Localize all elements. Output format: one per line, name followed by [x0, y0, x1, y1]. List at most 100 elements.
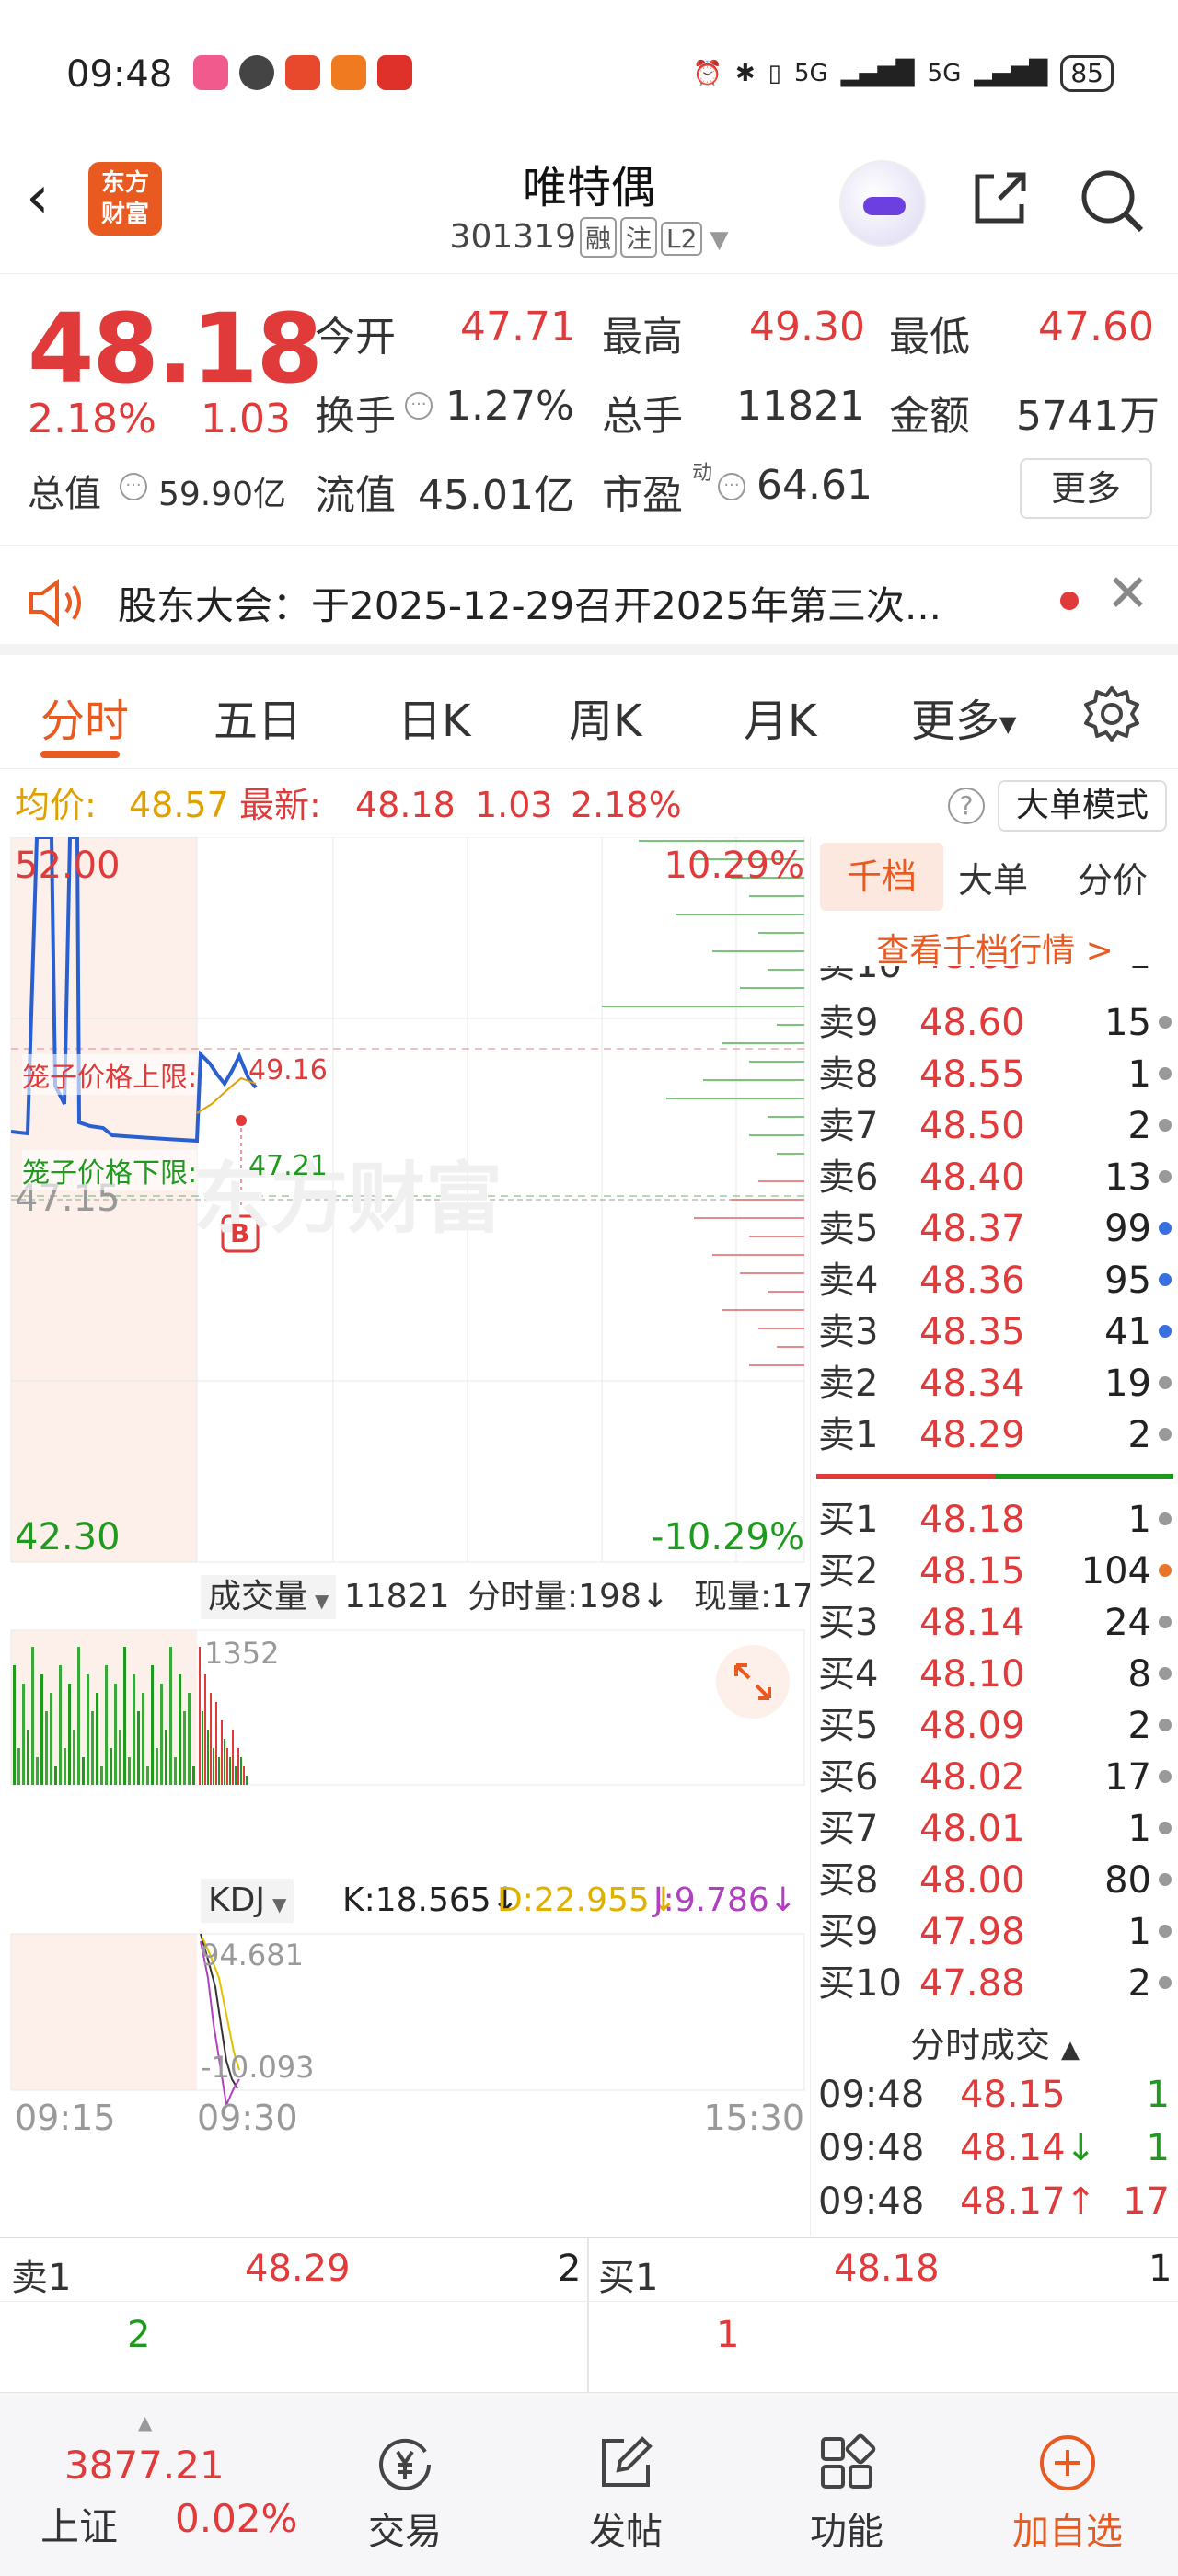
amount-value: 5741万 — [1016, 393, 1160, 440]
ask-row[interactable]: 卖4 48.36 95 — [811, 1255, 1178, 1306]
view-thousand-levels-link[interactable]: 查看千档行情 > — [811, 924, 1178, 972]
help-icon[interactable]: ? — [948, 788, 985, 824]
volume-bar — [22, 1684, 25, 1785]
order-size-dot — [1159, 1616, 1172, 1628]
bottom-bid-ask-bar: 卖1 48.29 2 2 买1 48.18 1 1 — [0, 2237, 1178, 2393]
search-icon[interactable] — [1075, 164, 1149, 237]
volume-indicator-select[interactable]: 成交量 ▼ — [201, 1575, 337, 1619]
nav-post[interactable]: 发帖 — [534, 2393, 718, 2576]
trade-volume: 1 — [1146, 2127, 1170, 2169]
tab-big-orders[interactable]: 大单 — [958, 852, 1028, 903]
volume-bar — [87, 1674, 89, 1785]
close-icon[interactable]: ✕ — [1106, 564, 1149, 624]
kdj-indicator-select[interactable]: KDJ ▼ — [201, 1879, 294, 1923]
index-name[interactable]: 上证 — [40, 2496, 118, 2552]
big-order-mode-button[interactable]: 大单模式 — [998, 780, 1167, 832]
order-size-dot — [1159, 1512, 1172, 1525]
index-change-pct[interactable]: 0.02% — [175, 2496, 297, 2541]
bid-row[interactable]: 买8 48.00 80 — [811, 1855, 1178, 1906]
nav-function[interactable]: 功能 — [755, 2393, 939, 2576]
ask-label: 卖9 — [818, 1002, 879, 1044]
volume-bar — [105, 1665, 108, 1785]
nav-add-watchlist[interactable]: 加自选 — [976, 2393, 1160, 2576]
intraday-chart[interactable]: 东方财富 52.00 10.29% 47.15 42.30 -10.29% 笼子… — [0, 835, 814, 2236]
volume-bar — [151, 1665, 154, 1785]
ask-row[interactable]: 卖2 48.34 19 — [811, 1358, 1178, 1409]
open-label: 今开 — [315, 314, 396, 361]
bid-row[interactable]: 买7 48.01 1 — [811, 1803, 1178, 1855]
chat-bubble-icon — [239, 55, 274, 90]
more-button[interactable]: 更多 — [1020, 458, 1152, 519]
status-right: ⏰ ✱ ▯ 5G ▂▄▆█ 5G ▂▄▆█ 85 — [693, 55, 1114, 92]
expand-icon-bg[interactable] — [716, 1645, 790, 1719]
notice-bar[interactable]: 股东大会：于2025-12-29召开2025年第三次... ✕ — [0, 545, 1178, 655]
settings-gear-icon[interactable] — [1082, 684, 1141, 743]
bid-row[interactable]: 买1 48.18 1 — [811, 1494, 1178, 1546]
ask-row[interactable]: 卖3 48.35 41 — [811, 1306, 1178, 1358]
tab-more-label: 更多 — [911, 696, 1000, 747]
volume-bar — [100, 1766, 103, 1785]
order-size-dot — [1159, 1119, 1172, 1132]
ask-volume: 95 — [1104, 1259, 1151, 1302]
bid-row[interactable]: 买5 48.09 2 — [811, 1700, 1178, 1752]
kdj-top: 94.681 — [201, 1938, 304, 1972]
ai-assistant-icon[interactable] — [839, 160, 926, 247]
tab-price-distribution[interactable]: 分价 — [1078, 852, 1148, 903]
bid-row[interactable]: 买10 47.88 2 — [811, 1958, 1178, 2009]
info-icon[interactable]: ··· — [405, 392, 433, 420]
volume-bar — [207, 1730, 209, 1785]
ask-row[interactable]: 卖7 48.50 2 — [811, 1100, 1178, 1152]
order-size-dot — [1159, 1273, 1172, 1286]
info-icon[interactable]: ··· — [718, 473, 745, 500]
ask-volume: 99 — [1104, 1208, 1151, 1250]
ask-price: 48.40 — [919, 1156, 1025, 1199]
ask-volume: 2 — [1127, 1414, 1151, 1456]
bid-row[interactable]: 买3 48.14 24 — [811, 1597, 1178, 1649]
tab-intraday[interactable]: 分时 — [40, 684, 129, 749]
order-size-dot — [1159, 1770, 1172, 1783]
bottom-bid-sub: 1 — [716, 2314, 740, 2356]
ask-row[interactable]: 卖1 48.29 2 — [811, 1409, 1178, 1461]
ask10-partial-row: 卖10 48.65 1 — [811, 966, 1178, 988]
bid-label: 买4 — [818, 1653, 879, 1696]
trade-time: 09:48 — [818, 2074, 925, 2116]
volume-bar — [59, 1665, 62, 1785]
tab-weekly-k[interactable]: 周K — [569, 684, 641, 749]
index-value[interactable]: 3877.21 — [64, 2443, 225, 2488]
bid-row[interactable]: 买9 47.98 1 — [811, 1906, 1178, 1958]
active-tab-indicator — [40, 751, 120, 758]
bid-row[interactable]: 买2 48.15 104 — [811, 1546, 1178, 1597]
divider — [587, 2238, 589, 2393]
kdj-k-value: K:18.565↓ — [342, 1881, 519, 1919]
tab-five-day[interactable]: 五日 — [214, 684, 302, 749]
bid-row[interactable]: 买4 48.10 8 — [811, 1649, 1178, 1700]
info-icon[interactable]: ··· — [120, 473, 147, 500]
bid-label: 买2 — [818, 1550, 879, 1593]
ask-row[interactable]: 卖5 48.37 99 — [811, 1203, 1178, 1255]
ask-row[interactable]: 卖8 48.55 1 — [811, 1049, 1178, 1100]
tab-more[interactable]: 更多▼ — [911, 684, 1016, 749]
bid-label: 买10 — [818, 1962, 902, 2005]
pe-label: 市盈 — [602, 472, 683, 519]
bid-price: 48.15 — [919, 1550, 1025, 1593]
bottom-ask-sub: 2 — [127, 2314, 151, 2356]
tab-thousand-levels[interactable]: 千档 — [820, 843, 943, 911]
tab-monthly-k[interactable]: 月K — [744, 684, 816, 749]
volume-bar — [40, 1674, 43, 1785]
bid-price: 48.10 — [919, 1653, 1025, 1696]
share-icon[interactable] — [966, 166, 1033, 232]
bid-row[interactable]: 买6 48.02 17 — [811, 1752, 1178, 1803]
ask-label: 卖2 — [818, 1363, 879, 1405]
volume-bar — [137, 1711, 140, 1785]
nav-trade[interactable]: 交易 — [313, 2393, 497, 2576]
time-start: 09:15 — [15, 2098, 116, 2138]
volume-bar — [82, 1757, 85, 1785]
time-sales-title[interactable]: 分时成交 ▲ — [811, 2017, 1178, 2067]
volume-bar — [54, 1766, 57, 1785]
ask-row[interactable]: 卖9 48.60 15 — [811, 997, 1178, 1049]
volume-bar — [77, 1647, 80, 1785]
ask-row[interactable]: 卖6 48.40 13 — [811, 1152, 1178, 1203]
float-cap-label: 流值 — [315, 472, 396, 519]
order-size-dot — [1159, 1067, 1172, 1080]
tab-daily-k[interactable]: 日K — [398, 684, 470, 749]
